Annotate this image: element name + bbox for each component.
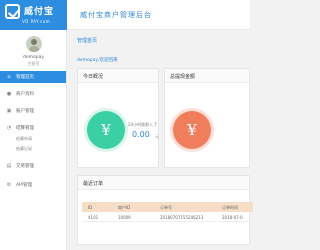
- column-header: 订单时间: [222, 205, 238, 210]
- avatar[interactable]: [26, 36, 42, 52]
- app-title: 威付宝商户管理后台: [80, 11, 152, 19]
- user-name: demopay: [22, 55, 45, 60]
- logo-check-icon: [5, 4, 20, 19]
- trade-icon: ▤: [6, 163, 12, 169]
- table-cell: 20180707155246213: [160, 215, 204, 220]
- sidebar-item-label: 交易管理: [16, 164, 34, 169]
- sidebar-subitem-settle-apply[interactable]: 结算申请: [16, 136, 32, 142]
- panel-title: 最近订单: [83, 181, 104, 187]
- balance-panel: 总提现金额 ¥: [164, 68, 250, 168]
- sidebar-item-label: 结算管理: [16, 126, 34, 131]
- app-root: 威付宝 VO PAY.com 威付宝商户管理后台 demopay 主账号 ⌂ 管…: [0, 0, 253, 250]
- yuan-icon: ¥: [173, 111, 211, 149]
- sidebar-item-merchant-info[interactable]: ● 商户资料: [0, 88, 66, 100]
- sidebar-item-home[interactable]: ⌂ 管理首页: [0, 71, 66, 83]
- stat-unit: 元: [155, 134, 159, 139]
- account-icon: ▣: [6, 108, 12, 114]
- sidebar-item-account[interactable]: ▣ 账户管理: [0, 105, 66, 117]
- sidebar-item-label: 管理首页: [16, 75, 34, 80]
- sidebar-subitem-settle-records[interactable]: 结算记录: [16, 146, 32, 152]
- stat-label: 24小时收款入了: [128, 122, 158, 127]
- column-header: ID: [88, 205, 93, 210]
- stat-value: 0.00: [132, 130, 150, 139]
- sidebar-item-label: 账户管理: [16, 109, 34, 114]
- table-cell: 4101: [88, 215, 99, 220]
- settle-icon: ◔: [6, 125, 12, 131]
- yuan-icon: ¥: [87, 111, 125, 149]
- sidebar-item-api[interactable]: ⚙ API管理: [0, 179, 66, 191]
- logo[interactable]: 威付宝 VO PAY.com: [0, 0, 67, 30]
- today-panel: 今日概况 ¥ 24小时收款入了 0.00 元: [77, 68, 159, 168]
- column-header: 订单号: [160, 205, 172, 210]
- panel-title: 总提现金额: [170, 74, 196, 80]
- logo-text: 威付宝: [24, 7, 55, 17]
- sidebar-item-settlement[interactable]: ◔ 结算管理: [0, 122, 66, 134]
- welcome-text: demopay,欢迎回来: [77, 58, 118, 63]
- sidebar-item-label: API管理: [16, 183, 33, 188]
- home-icon: ⌂: [7, 74, 11, 80]
- breadcrumb[interactable]: 管理首页: [77, 37, 97, 44]
- sidebar-item-trade[interactable]: ▤ 交易管理: [0, 160, 66, 172]
- sidebar: demopay 主账号 ⌂ 管理首页 ● 商户资料 ▣ 账户管理 ◔ 结算管理 …: [0, 30, 67, 250]
- orders-panel: 最近订单 ID 商户ID 订单号 订单时间 4101 10009 2018070…: [77, 175, 253, 245]
- table-cell: 2018-07-0: [222, 215, 243, 220]
- panel-title: 今日概况: [83, 74, 104, 80]
- panel-header: 今日概况: [78, 69, 158, 83]
- main-content: 管理首页 demopay,欢迎回来 今日概况 ¥ 24小时收款入了 0.00 元…: [67, 30, 253, 250]
- sidebar-item-label: 商户资料: [16, 92, 34, 97]
- panel-header: 最近订单: [78, 176, 249, 190]
- user-icon: ●: [6, 91, 12, 97]
- column-header: 商户ID: [118, 205, 131, 210]
- top-header: 威付宝 VO PAY.com 威付宝商户管理后台: [0, 0, 250, 30]
- panel-header: 总提现金额: [165, 69, 249, 83]
- api-icon: ⚙: [6, 182, 12, 188]
- table-cell: 10009: [118, 215, 131, 220]
- table-row[interactable]: 4101 10009 20180707155246213 2018-07-0: [82, 212, 253, 222]
- logo-subtext: VO PAY.com: [22, 19, 51, 24]
- user-role: 主账号: [27, 61, 40, 66]
- table-header-row: ID 商户ID 订单号 订单时间: [82, 202, 253, 212]
